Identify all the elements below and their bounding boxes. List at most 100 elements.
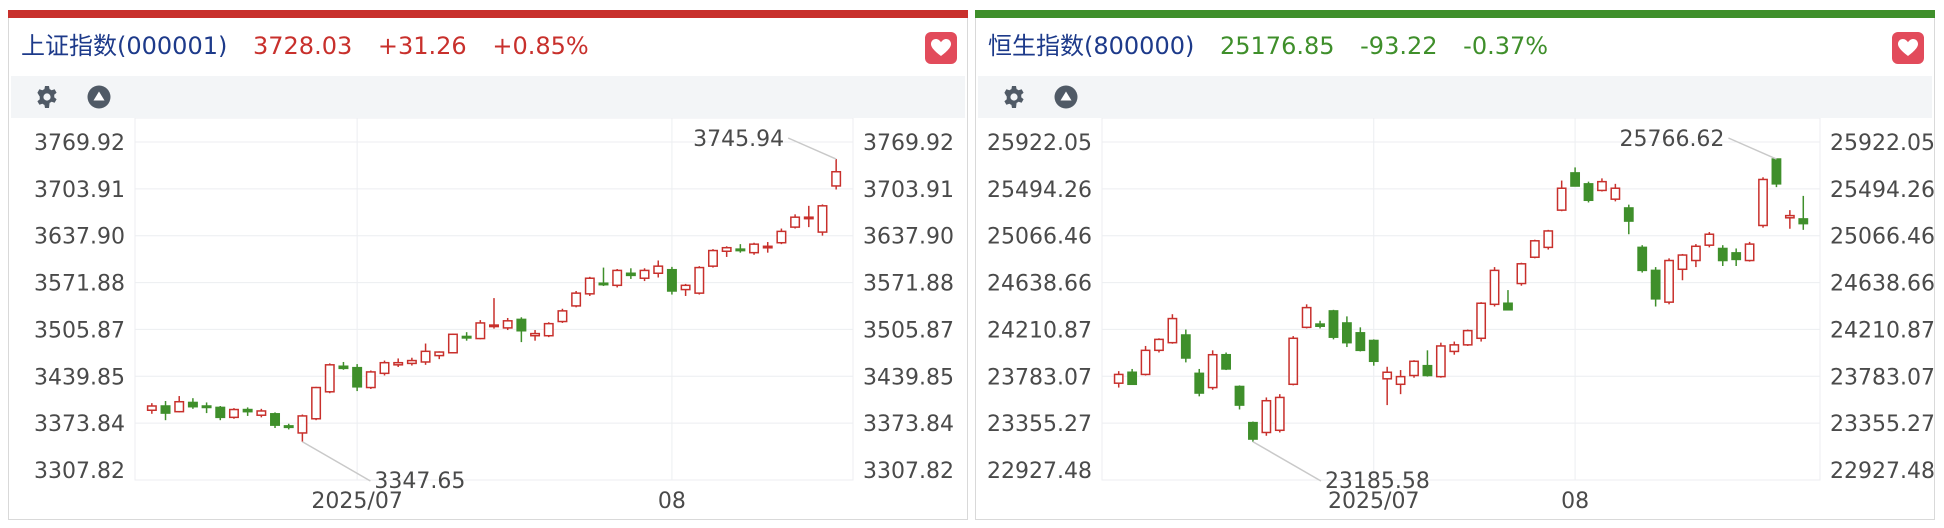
candle: [817, 204, 828, 236]
hsi-index-panel: 恒生指数(800000) 25176.85 -93.22 -0.37% 2592…: [975, 10, 1935, 520]
candle-body-up: [228, 408, 239, 419]
candle-body-up: [1610, 187, 1621, 200]
x-tick-label: 08: [658, 489, 686, 514]
candle: [1623, 204, 1634, 235]
candle: [379, 360, 390, 376]
candle-body-up: [584, 277, 595, 295]
index-change-percent: -0.37%: [1463, 32, 1549, 60]
candle: [1355, 327, 1366, 352]
y-tick-label-left: 3571.88: [34, 272, 125, 297]
plot-area-frame: [1101, 118, 1821, 481]
candle-body-up: [1167, 317, 1178, 344]
candle-body-down: [1180, 334, 1191, 359]
y-tick-label-left: 3307.82: [34, 459, 125, 484]
candle: [1261, 397, 1272, 436]
candle-body-up: [1435, 345, 1446, 378]
gear-icon[interactable]: [35, 85, 59, 109]
candle: [625, 268, 636, 279]
candle-body-up: [365, 371, 376, 389]
y-tick-label-right: 3703.91: [863, 178, 954, 203]
y-tick-label-left: 22927.48: [987, 459, 1092, 484]
candle-body-up: [817, 205, 828, 233]
candle: [1543, 229, 1554, 250]
candle-body-up: [1409, 360, 1419, 377]
candle-body-down: [1234, 385, 1245, 406]
candle: [489, 298, 499, 329]
candle: [543, 322, 554, 338]
candle: [653, 260, 664, 278]
y-tick-label-left: 3373.84: [34, 412, 125, 437]
candle: [1435, 342, 1446, 378]
high-annotation: 25766.62: [1619, 127, 1724, 152]
candle-body-up: [1543, 230, 1554, 249]
candle: [1409, 360, 1419, 378]
candle-body-down: [1570, 172, 1581, 187]
triangle-up-circle-icon[interactable]: [87, 85, 111, 109]
candle: [694, 266, 705, 295]
candle: [1677, 253, 1688, 281]
candle: [475, 320, 486, 340]
candle-body-down: [1503, 302, 1513, 311]
candle-body-up: [530, 332, 541, 337]
trend-color-bar: [8, 10, 968, 18]
candle-body-up: [1449, 344, 1460, 353]
candle: [187, 398, 198, 409]
y-tick-label-right: 25494.26: [1830, 178, 1934, 203]
candle-body-down: [187, 401, 198, 408]
candle: [1529, 239, 1540, 259]
gear-icon[interactable]: [1002, 85, 1026, 109]
candle: [1570, 167, 1581, 187]
candlestick-chart[interactable]: 3769.92 3769.92 3703.91 3703.91 3637.90 3637.…: [9, 118, 967, 518]
candle: [256, 408, 267, 418]
candle: [557, 308, 568, 323]
candle: [1798, 195, 1809, 230]
candle: [639, 268, 650, 282]
candle: [447, 333, 458, 354]
y-tick-label-right: 3307.82: [863, 459, 954, 484]
low-annotation: 3347.65: [374, 469, 465, 494]
triangle-up-circle-icon[interactable]: [1054, 85, 1078, 109]
candle: [735, 244, 746, 253]
low-leader-line: [302, 441, 371, 482]
candlestick-chart[interactable]: 25922.05 25922.05 25494.26 25494.26 25066.46…: [976, 118, 1934, 518]
candle-body-up: [749, 243, 760, 254]
candle: [1140, 345, 1151, 376]
candle-body-up: [146, 405, 157, 411]
candle-body-up: [721, 246, 732, 253]
heart-icon[interactable]: [925, 32, 957, 64]
candle-body-down: [270, 413, 281, 426]
candle: [352, 364, 363, 392]
candle: [434, 351, 445, 360]
y-tick-label-left: 24638.66: [987, 272, 1092, 297]
candle-body-down: [666, 268, 677, 292]
index-change-percent: +0.85%: [492, 32, 589, 60]
candle: [1449, 341, 1460, 355]
candle: [680, 283, 691, 296]
index-title[interactable]: 上证指数(000001): [21, 32, 227, 60]
heart-icon[interactable]: [1892, 32, 1924, 64]
candle: [1784, 210, 1795, 229]
y-tick-label-left: 24210.87: [987, 318, 1092, 343]
y-tick-label-left: 23355.27: [987, 412, 1092, 437]
y-tick-label-right: 24210.87: [1830, 318, 1934, 343]
y-tick-label-right: 25066.46: [1830, 225, 1934, 250]
candle-body-up: [1395, 375, 1406, 386]
y-tick-label-left: 25922.05: [987, 131, 1092, 156]
candle-body-up: [790, 216, 801, 228]
candle: [324, 363, 335, 394]
candle: [1731, 248, 1742, 266]
candle-body-up: [256, 410, 267, 416]
candle: [666, 266, 677, 295]
candle: [1476, 302, 1487, 342]
candle: [1462, 329, 1473, 346]
candle-body-up: [1301, 306, 1312, 329]
candle-body-up: [1113, 373, 1124, 384]
candle: [1154, 338, 1164, 353]
candle-body-down: [1127, 371, 1138, 386]
candle-body-up: [1677, 254, 1688, 271]
candle-body-up: [707, 249, 718, 267]
candle: [1597, 178, 1607, 192]
candle-body-up: [393, 361, 404, 366]
candle: [215, 405, 226, 421]
index-title[interactable]: 恒生指数(800000): [988, 32, 1194, 60]
